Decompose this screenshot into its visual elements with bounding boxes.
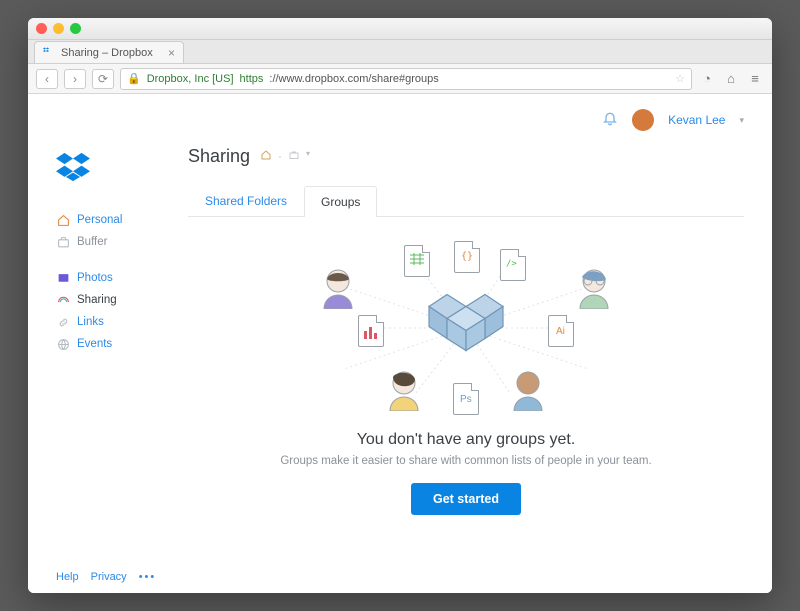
home-icon [56,213,70,227]
extension-icon-1[interactable]: ◔ [698,70,716,88]
sidebar-label: Buffer [77,236,107,248]
dropbox-logo[interactable] [56,152,176,187]
app-header: Kevan Lee ▾ [28,94,772,146]
empty-state: {} /> Ai Ps You don't have any groups ye… [188,217,744,515]
rainbow-icon [56,293,70,307]
get-started-button[interactable]: Get started [411,483,521,515]
briefcase-icon [56,235,70,249]
sidebar-group-main: Photos Sharing Links Events [56,267,176,355]
close-window-button[interactable] [36,23,47,34]
tab-shared-folders[interactable]: Shared Folders [188,185,304,216]
lock-icon: 🔒 [127,72,141,85]
sidebar-group-accounts: Personal Buffer [56,209,176,253]
page-body: Kevan Lee ▾ Personal Buffer [28,94,772,593]
browser-menu-icon[interactable]: ≡ [746,70,764,88]
close-tab-icon[interactable]: × [168,46,175,60]
tab-groups[interactable]: Groups [304,186,377,217]
empty-subtext: Groups make it easier to share with comm… [188,455,744,467]
link-icon [56,315,70,329]
person-icon [508,369,548,411]
chevron-down-icon[interactable]: ▾ [739,115,744,126]
sidebar-item-links[interactable]: Links [56,311,176,333]
back-button[interactable]: ‹ [36,69,58,89]
sidebar-label: Sharing [77,294,117,306]
sidebar: Personal Buffer Photos Sharing [56,146,176,593]
address-bar[interactable]: 🔒 Dropbox, Inc [US] https ://www.dropbox.… [120,68,692,90]
browser-tab[interactable]: Sharing – Dropbox × [34,41,184,63]
globe-icon [56,337,70,351]
sidebar-item-events[interactable]: Events [56,333,176,355]
zoom-window-button[interactable] [70,23,81,34]
url-org: Dropbox, Inc [US] [147,73,234,85]
sidebar-item-photos[interactable]: Photos [56,267,176,289]
page-content: Personal Buffer Photos Sharing [28,146,772,593]
briefcase-small-icon[interactable] [288,149,300,164]
file-chart-icon [358,315,384,347]
sidebar-label: Events [77,338,112,350]
main-column: Sharing · ▾ Shared Folders Groups [176,146,744,593]
content-tabs: Shared Folders Groups [188,185,744,217]
mac-titlebar [28,18,772,40]
url-rest: ://www.dropbox.com/share#groups [269,73,438,85]
dropbox-box-icon [427,293,505,364]
file-spreadsheet-icon [404,245,430,277]
reload-button[interactable]: ⟳ [92,69,114,89]
traffic-lights [36,23,81,34]
sidebar-label: Links [77,316,104,328]
bookmark-star-icon[interactable]: ☆ [675,72,685,85]
person-icon [574,267,614,309]
user-avatar[interactable] [632,109,654,131]
minimize-window-button[interactable] [53,23,64,34]
url-scheme: https [240,73,264,85]
browser-toolbar: ‹ › ⟳ 🔒 Dropbox, Inc [US] https ://www.dr… [28,64,772,94]
browser-tab-title: Sharing – Dropbox [61,47,153,59]
forward-button[interactable]: › [64,69,86,89]
page-title-row: Sharing · ▾ [188,146,744,167]
sidebar-item-buffer[interactable]: Buffer [56,231,176,253]
photos-icon [56,271,70,285]
empty-heading: You don't have any groups yet. [188,431,744,449]
sidebar-item-sharing[interactable]: Sharing [56,289,176,311]
page-title: Sharing [188,146,250,167]
user-name[interactable]: Kevan Lee [668,113,725,127]
file-ai-icon: Ai [548,315,574,347]
file-markup-icon: /> [500,249,526,281]
title-context-icons: · ▾ [260,149,310,164]
file-ps-icon: Ps [453,383,479,415]
notifications-bell-icon[interactable] [602,110,618,131]
person-icon [318,267,358,309]
extension-icon-2[interactable]: ⌂ [722,70,740,88]
sidebar-label: Photos [77,272,113,284]
home-small-icon[interactable] [260,149,272,164]
browser-window: Sharing – Dropbox × ‹ › ⟳ 🔒 Dropbox, Inc… [28,18,772,593]
file-code-icon: {} [454,241,480,273]
groups-illustration: {} /> Ai Ps [286,243,646,413]
sidebar-item-personal[interactable]: Personal [56,209,176,231]
sidebar-label: Personal [77,214,122,226]
dropbox-favicon [43,47,55,59]
person-icon [384,369,424,411]
browser-tabstrip: Sharing – Dropbox × [28,40,772,64]
